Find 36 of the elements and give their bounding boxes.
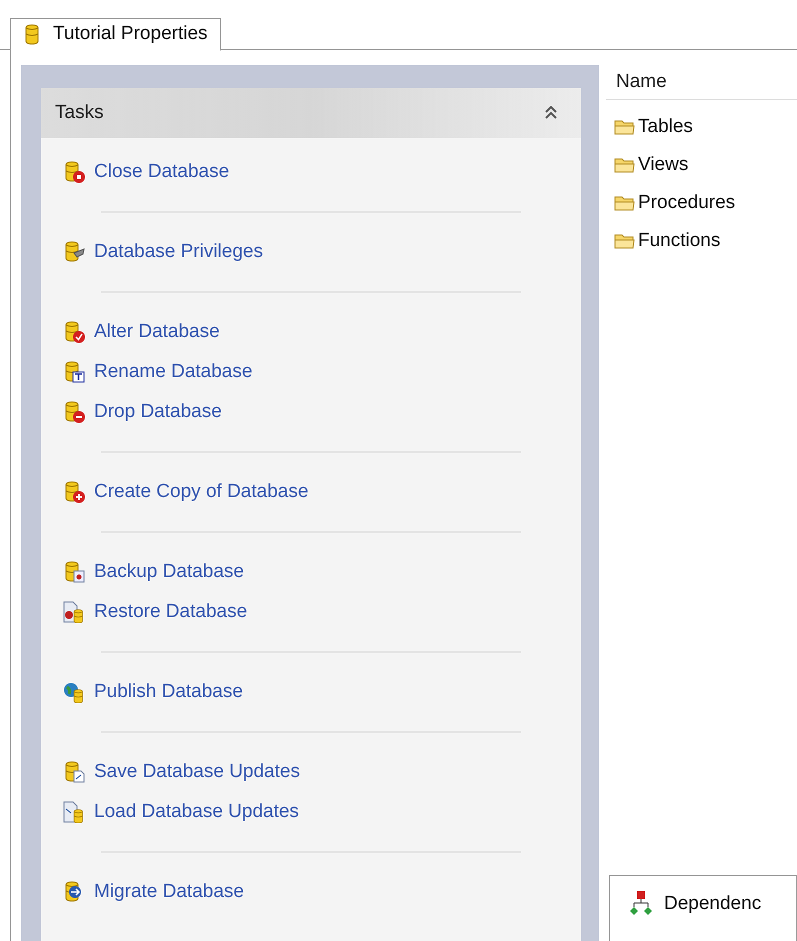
folder-item[interactable]: Views	[606, 146, 688, 184]
folder-icon	[614, 232, 636, 250]
globe-database-icon	[63, 681, 85, 703]
document-database-icon	[63, 601, 85, 623]
folder-item[interactable]: Procedures	[606, 184, 736, 222]
task-link[interactable]: Rename Database	[41, 352, 252, 392]
task-link[interactable]: Alter Database	[41, 312, 220, 352]
properties-tab[interactable]: Tutorial Properties	[10, 18, 221, 51]
folder-item[interactable]: Tables	[606, 108, 693, 146]
task-link[interactable]: Database Privileges	[41, 232, 263, 272]
database-minus-icon	[63, 401, 85, 423]
database-check-icon	[63, 321, 85, 343]
task-link[interactable]: Create Copy of Database	[41, 472, 308, 512]
database-document-icon	[63, 561, 85, 583]
task-link[interactable]: Publish Database	[41, 672, 243, 712]
database-stop-icon	[63, 161, 85, 183]
database-page-icon	[63, 761, 85, 783]
task-link[interactable]: Load Database Updates	[41, 792, 299, 832]
task-link[interactable]: Backup Database	[41, 552, 244, 592]
database-plus-icon	[63, 481, 85, 503]
hierarchy-icon	[628, 890, 654, 916]
page-database-icon	[63, 801, 85, 823]
folder-icon	[614, 194, 636, 212]
folder-item[interactable]: Functions	[606, 222, 720, 260]
task-link[interactable]: Drop Database	[41, 392, 222, 432]
task-link[interactable]: Close Database	[41, 152, 230, 192]
task-link[interactable]: Migrate Database	[41, 872, 244, 912]
database-key-icon	[63, 241, 85, 263]
task-link[interactable]: Save Database Updates	[41, 752, 300, 792]
task-link[interactable]: Restore Database	[41, 592, 248, 632]
folder-icon	[614, 156, 636, 174]
database-text-icon	[63, 361, 85, 383]
folder-icon	[614, 118, 636, 136]
database-icon	[23, 24, 41, 46]
collapse-icon[interactable]	[545, 106, 557, 120]
tasks-title: Tasks	[55, 100, 104, 125]
